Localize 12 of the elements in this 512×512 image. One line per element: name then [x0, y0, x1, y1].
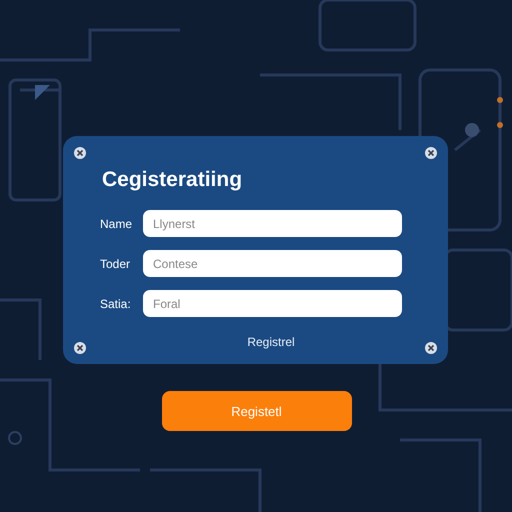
screw-icon — [74, 342, 86, 354]
field-label: Toder — [100, 256, 132, 270]
input-field[interactable]: Llynerst — [143, 210, 402, 237]
screw-icon — [74, 147, 86, 159]
field-label: Name — [100, 216, 134, 230]
screw-icon — [425, 342, 437, 354]
screw-icon — [425, 147, 437, 159]
form-title: Cegisteratiing — [102, 167, 244, 193]
field-label: Satia: — [100, 296, 132, 310]
input-field[interactable]: Contese — [143, 250, 402, 277]
register-link[interactable]: Registrel — [247, 335, 295, 349]
input-field[interactable]: Foral — [143, 290, 402, 317]
